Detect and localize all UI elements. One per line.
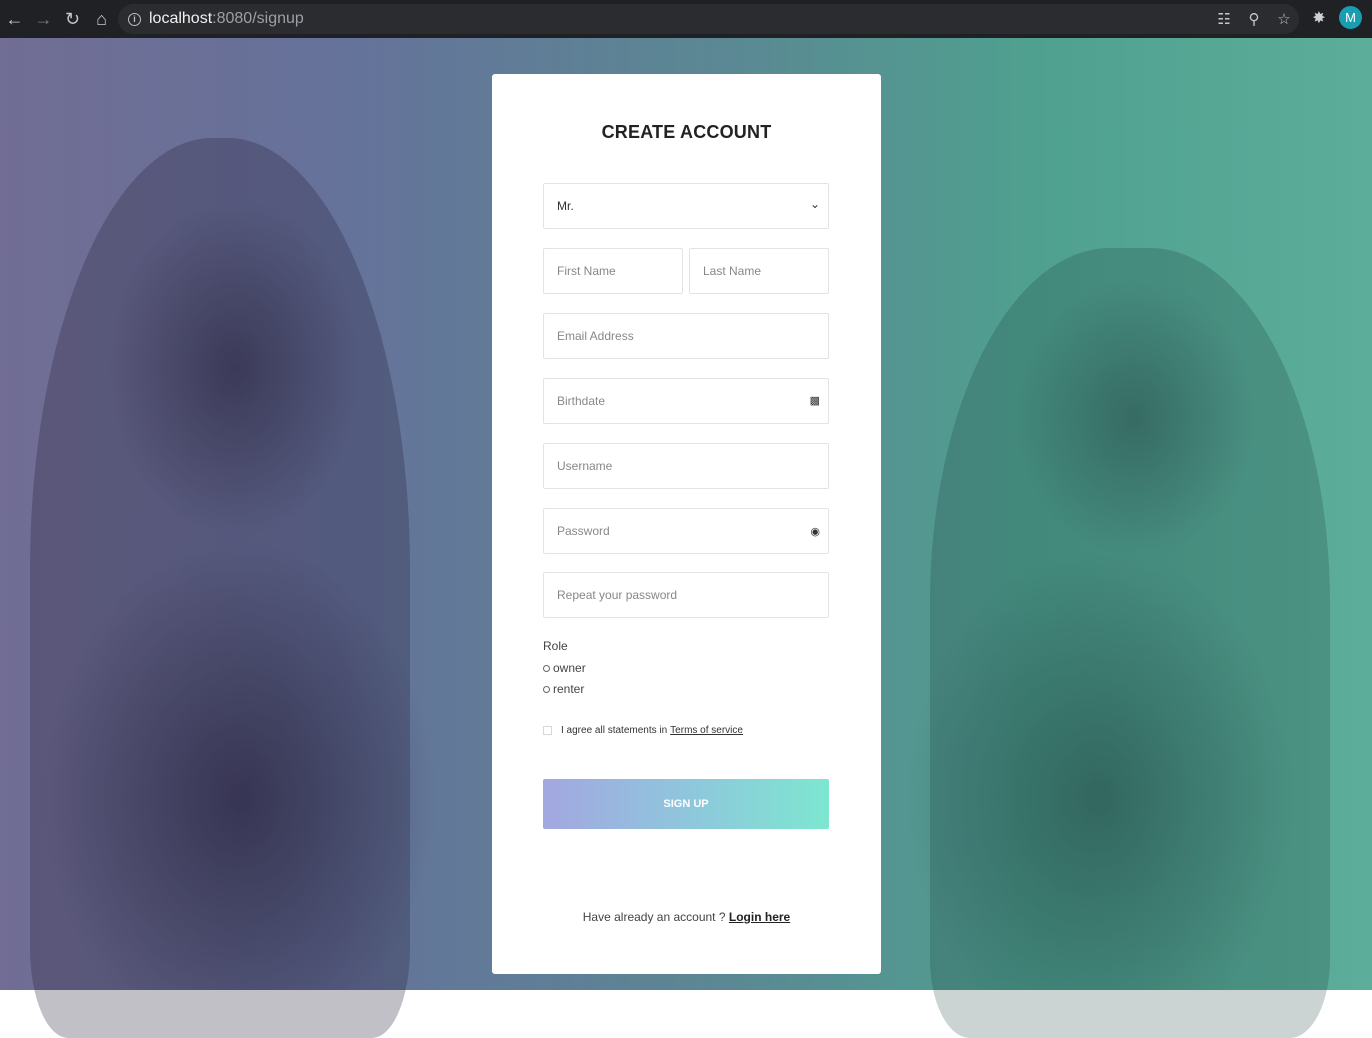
agree-checkbox[interactable] [543, 726, 552, 735]
forward-icon[interactable]: → [29, 0, 58, 38]
first-name-field[interactable]: First Name [543, 248, 683, 294]
eye-icon[interactable]: ◉ [810, 525, 820, 538]
terms-agreement: I agree all statements in Terms of servi… [543, 725, 743, 736]
birthdate-placeholder: Birthdate [557, 394, 606, 408]
first-name-placeholder: First Name [557, 264, 616, 278]
username-placeholder: Username [557, 459, 613, 473]
role-owner-label: owner [553, 661, 586, 675]
page-title: CREATE ACCOUNT [601, 122, 772, 142]
last-name-placeholder: Last Name [703, 264, 762, 278]
browser-toolbar: ← → ↻ ⌂ i localhost:8080/signup ☷ ⚲ ☆ ✸ … [0, 0, 1372, 38]
role-option-owner[interactable]: owner [543, 661, 586, 675]
calendar-icon[interactable]: ▩ [810, 394, 820, 407]
birthdate-field[interactable]: Birthdate ▩ [543, 378, 829, 424]
email-placeholder: Email Address [557, 329, 634, 343]
translate-icon[interactable]: ☷ [1209, 10, 1239, 28]
last-name-field[interactable]: Last Name [689, 248, 829, 294]
signup-button[interactable]: SIGN UP [543, 779, 829, 829]
reload-icon[interactable]: ↻ [58, 0, 87, 38]
profile-avatar[interactable]: M [1339, 6, 1362, 29]
role-option-renter[interactable]: renter [543, 682, 584, 696]
radio-renter[interactable] [543, 685, 550, 693]
salutation-value: Mr. [557, 199, 574, 213]
home-icon[interactable]: ⌂ [87, 0, 116, 38]
terms-link[interactable]: Terms of service [670, 725, 743, 736]
repeat-password-placeholder: Repeat your password [557, 588, 678, 602]
agree-text: I agree all statements in [561, 725, 668, 736]
url-host: localhost [149, 10, 213, 27]
login-prompt: Have already an account ? [582, 910, 726, 924]
salutation-select[interactable]: Mr. ⌄ [543, 183, 829, 229]
background-person-left [30, 138, 410, 1038]
bookmark-star-icon[interactable]: ☆ [1269, 10, 1299, 28]
signup-card: CREATE ACCOUNT Mr. ⌄ First Name Last Nam… [492, 74, 881, 974]
background-person-right [930, 248, 1330, 1038]
email-field[interactable]: Email Address [543, 313, 829, 359]
site-info-icon[interactable]: i [128, 12, 141, 26]
role-label: Role [543, 639, 568, 653]
extensions-icon[interactable]: ✸ [1308, 8, 1330, 30]
username-field[interactable]: Username [543, 443, 829, 489]
chevron-down-icon: ⌄ [809, 197, 820, 211]
address-bar[interactable]: i localhost:8080/signup ☷ ⚲ ☆ [118, 4, 1299, 34]
password-field[interactable]: Password ◉ [543, 508, 829, 554]
role-renter-label: renter [553, 682, 585, 696]
zoom-icon[interactable]: ⚲ [1239, 10, 1269, 28]
password-placeholder: Password [557, 524, 610, 538]
url-path: :8080/signup [212, 10, 304, 27]
login-link[interactable]: Login here [729, 910, 790, 924]
login-prompt-row: Have already an account ? Login here [492, 910, 881, 924]
radio-owner[interactable] [543, 664, 550, 672]
back-icon[interactable]: ← [0, 0, 29, 38]
repeat-password-field[interactable]: Repeat your password [543, 572, 829, 618]
